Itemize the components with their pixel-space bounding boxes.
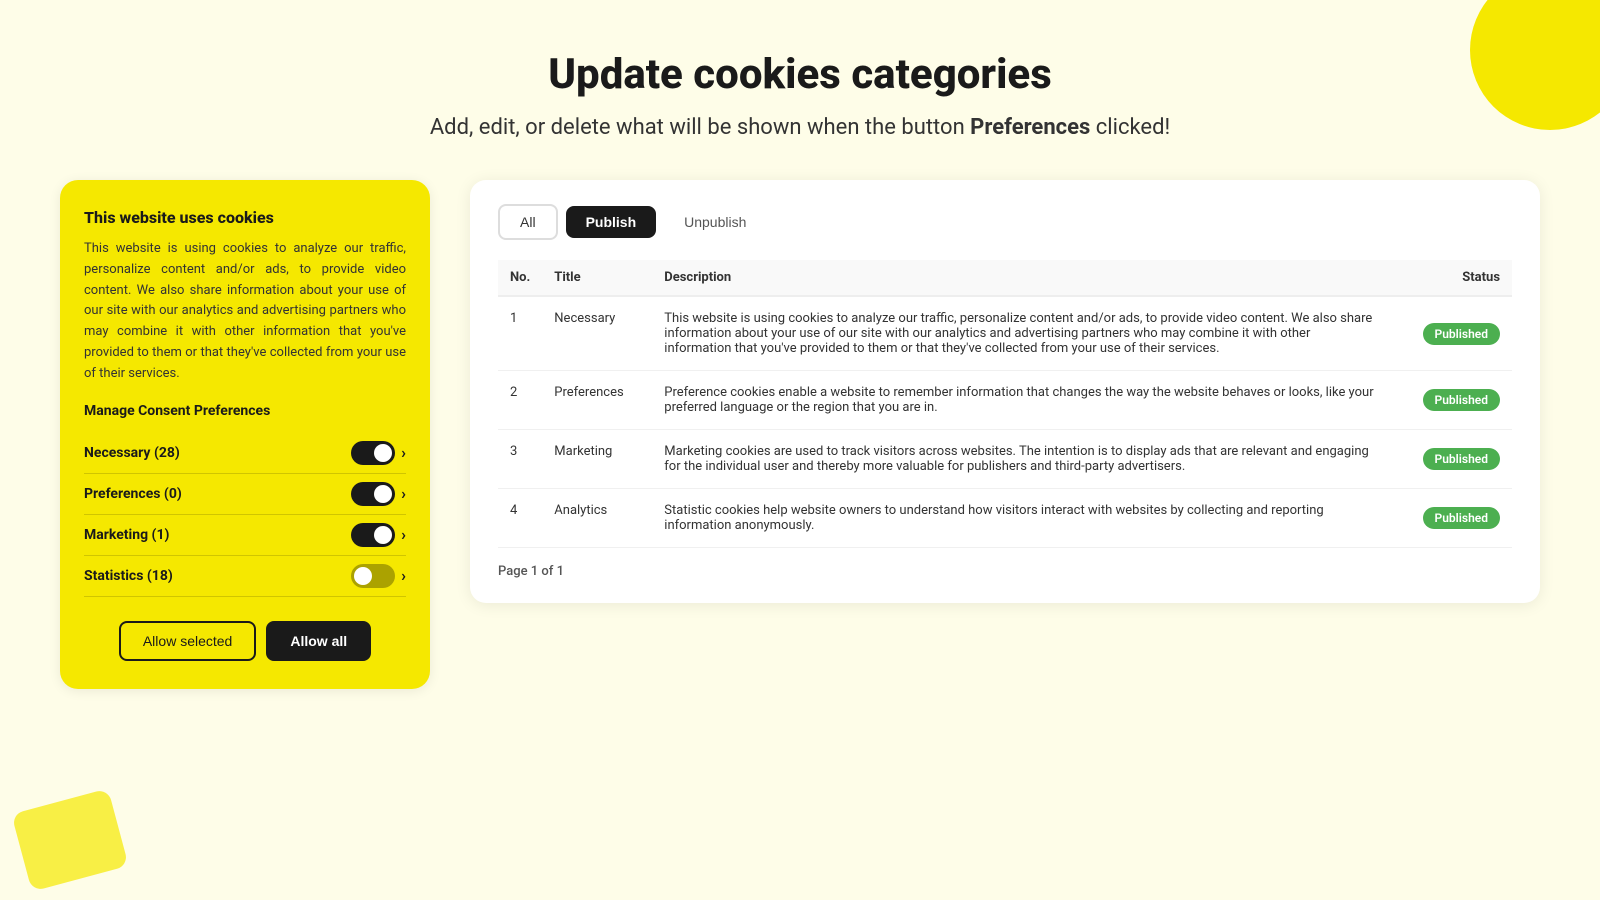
toggle-marketing[interactable]	[351, 523, 395, 547]
cell-status: Published	[1392, 489, 1512, 548]
cell-description: This website is using cookies to analyze…	[652, 296, 1392, 371]
pref-label-marketing: Marketing (1)	[84, 527, 169, 543]
cell-description: Statistic cookies help website owners to…	[652, 489, 1392, 548]
tab-all[interactable]: All	[498, 204, 558, 240]
widget-buttons: Allow selected Allow all	[84, 621, 406, 661]
cookie-widget-title: This website uses cookies	[84, 208, 406, 227]
pref-item-marketing: Marketing (1) ›	[84, 515, 406, 556]
allow-selected-button[interactable]: Allow selected	[119, 621, 257, 661]
col-header-no: No.	[498, 260, 542, 296]
table-panel: All Publish Unpublish No. Title Descript…	[470, 180, 1540, 603]
table-row: 2PreferencesPreference cookies enable a …	[498, 371, 1512, 430]
cell-status: Published	[1392, 430, 1512, 489]
table-header-row: No. Title Description Status	[498, 260, 1512, 296]
tab-unpublish[interactable]: Unpublish	[664, 206, 766, 238]
main-content: This website uses cookies This website i…	[60, 180, 1540, 689]
subtitle-prefix: Add, edit, or delete what will be shown …	[430, 115, 970, 140]
categories-table: No. Title Description Status 1NecessaryT…	[498, 260, 1512, 548]
pagination: Page 1 of 1	[498, 564, 1512, 579]
col-header-status: Status	[1392, 260, 1512, 296]
cell-title: Marketing	[542, 430, 652, 489]
toggle-necessary[interactable]	[351, 441, 395, 465]
pref-label-necessary: Necessary (28)	[84, 445, 180, 461]
deco-shape	[11, 788, 128, 891]
pref-controls-marketing[interactable]: ›	[351, 523, 406, 547]
table-row: 1NecessaryThis website is using cookies …	[498, 296, 1512, 371]
col-header-description: Description	[652, 260, 1392, 296]
page-header: Update cookies categories Add, edit, or …	[60, 50, 1540, 140]
pref-controls-statistics[interactable]: ›	[351, 564, 406, 588]
cell-no: 4	[498, 489, 542, 548]
pref-label-statistics: Statistics (18)	[84, 568, 173, 584]
manage-consent-title: Manage Consent Preferences	[84, 403, 406, 419]
cookie-widget: This website uses cookies This website i…	[60, 180, 430, 689]
preference-list: Necessary (28) › Preferences (0) › Marke…	[84, 433, 406, 597]
chevron-icon-necessary[interactable]: ›	[401, 443, 406, 462]
chevron-icon-preferences[interactable]: ›	[401, 484, 406, 503]
allow-all-button[interactable]: Allow all	[266, 621, 371, 661]
cell-title: Preferences	[542, 371, 652, 430]
subtitle-suffix: clicked!	[1090, 115, 1170, 140]
cookie-widget-description: This website is using cookies to analyze…	[84, 239, 406, 385]
chevron-icon-statistics[interactable]: ›	[401, 566, 406, 585]
col-header-title: Title	[542, 260, 652, 296]
status-badge: Published	[1423, 507, 1500, 529]
cell-status: Published	[1392, 296, 1512, 371]
status-badge: Published	[1423, 323, 1500, 345]
cell-no: 3	[498, 430, 542, 489]
page-subtitle: Add, edit, or delete what will be shown …	[60, 115, 1540, 140]
cell-title: Analytics	[542, 489, 652, 548]
page-title: Update cookies categories	[60, 50, 1540, 99]
table-row: 3MarketingMarketing cookies are used to …	[498, 430, 1512, 489]
subtitle-bold: Preferences	[970, 115, 1090, 140]
toggle-preferences[interactable]	[351, 482, 395, 506]
tab-publish[interactable]: Publish	[566, 206, 657, 238]
chevron-icon-marketing[interactable]: ›	[401, 525, 406, 544]
cell-description: Preference cookies enable a website to r…	[652, 371, 1392, 430]
cell-status: Published	[1392, 371, 1512, 430]
pref-controls-necessary[interactable]: ›	[351, 441, 406, 465]
status-badge: Published	[1423, 448, 1500, 470]
toolbar: All Publish Unpublish	[498, 204, 1512, 240]
toggle-statistics[interactable]	[351, 564, 395, 588]
pref-item-statistics: Statistics (18) ›	[84, 556, 406, 597]
cell-title: Necessary	[542, 296, 652, 371]
pref-label-preferences: Preferences (0)	[84, 486, 182, 502]
cell-description: Marketing cookies are used to track visi…	[652, 430, 1392, 489]
pref-controls-preferences[interactable]: ›	[351, 482, 406, 506]
cell-no: 2	[498, 371, 542, 430]
table-row: 4AnalyticsStatistic cookies help website…	[498, 489, 1512, 548]
cell-no: 1	[498, 296, 542, 371]
pref-item-necessary: Necessary (28) ›	[84, 433, 406, 474]
pref-item-preferences: Preferences (0) ›	[84, 474, 406, 515]
status-badge: Published	[1423, 389, 1500, 411]
